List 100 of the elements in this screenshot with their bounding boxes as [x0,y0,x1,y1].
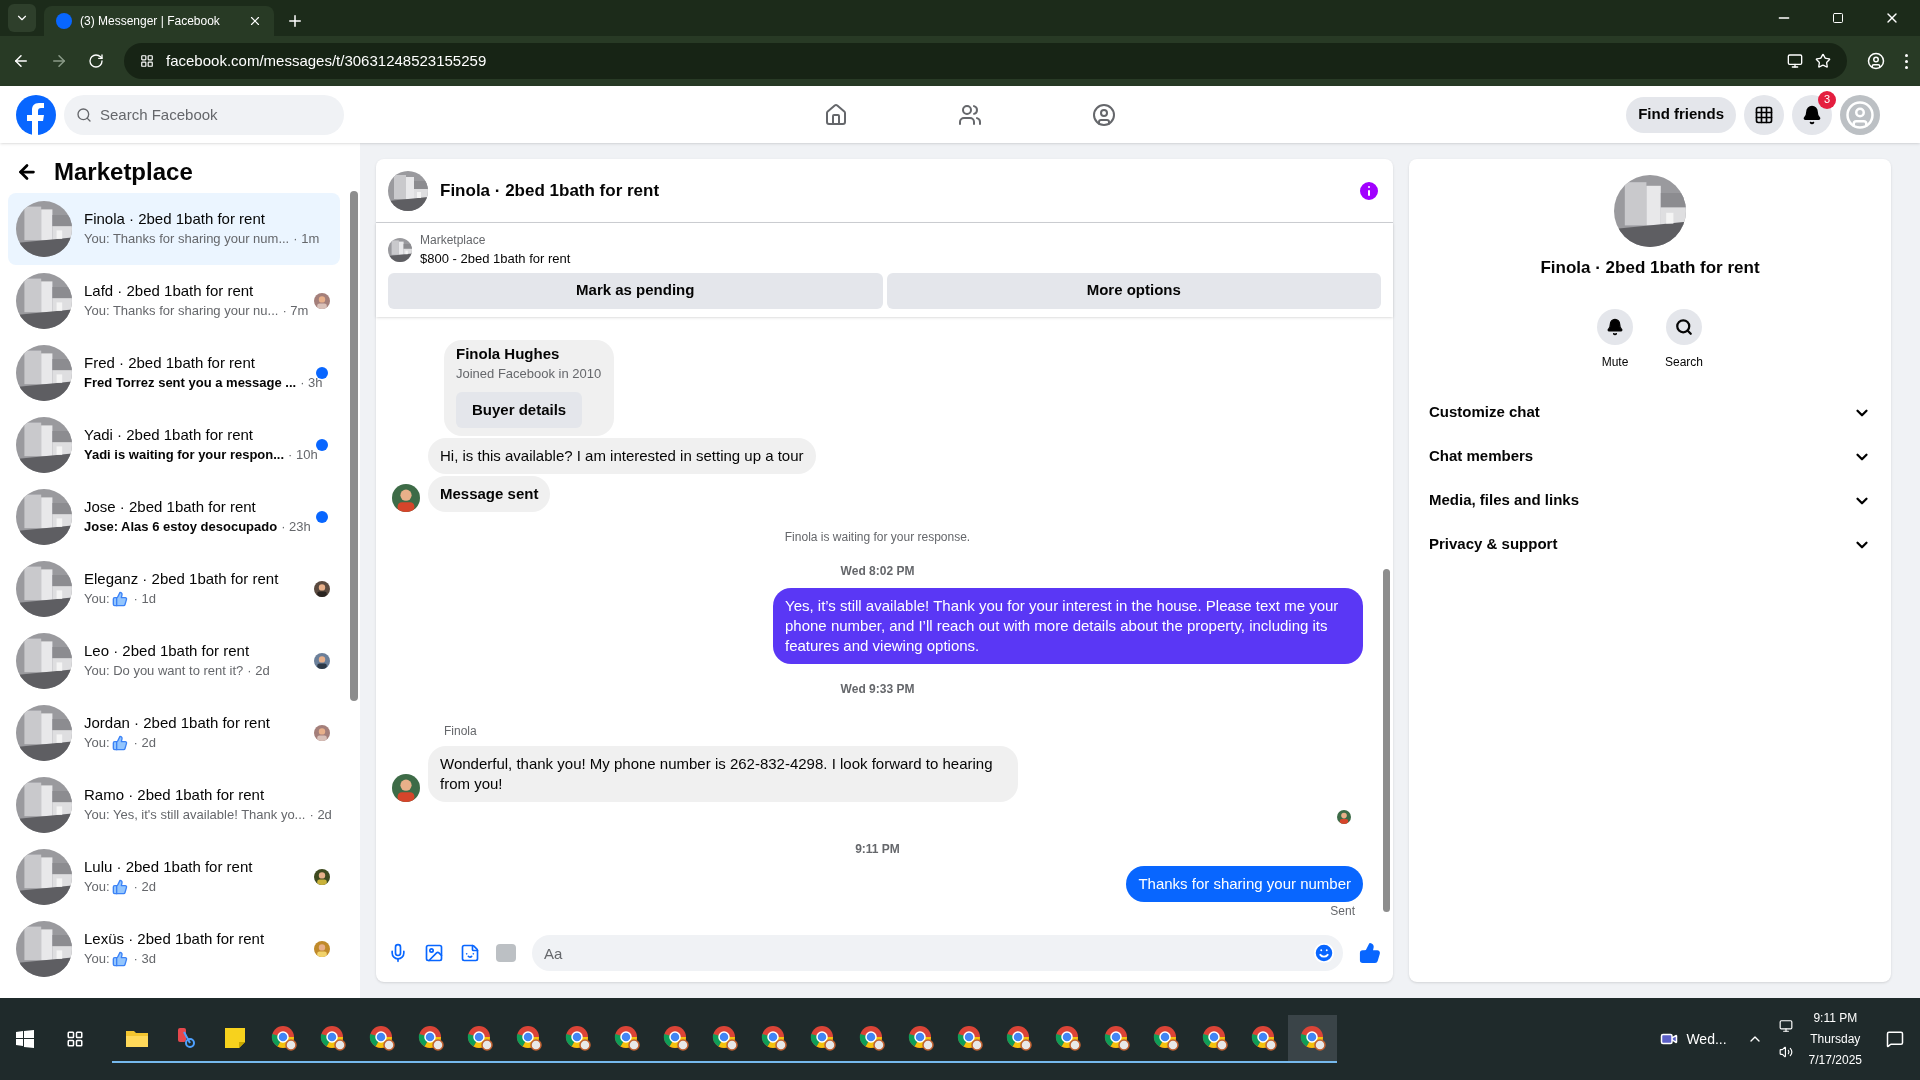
conversation-name: Jose · 2bed 1bath for rent [84,497,257,517]
details-section[interactable]: Media, files and links [1425,478,1875,523]
clock-date: 7/17/2025 [1808,1051,1862,1069]
details-section[interactable]: Chat members [1425,434,1875,479]
close-icon[interactable] [248,14,262,28]
sender-name: Finola [443,723,478,740]
logo[interactable] [16,94,56,135]
conversation-name: Yadi · 2bed 1bath for rent [84,425,254,445]
bookmark-icon[interactable] [1815,53,1831,69]
incoming-message: Message sent [428,476,551,512]
address-bar[interactable]: facebook.com/messages/t/30631248523155259 [124,43,1847,79]
friends-icon[interactable] [958,102,983,127]
incoming-message: Hi, is this available? I am interested in setting up a tour [428,438,816,474]
browser-icon [1054,1025,1081,1051]
browser-icon [1250,1025,1277,1051]
conversation-name: Lafd · 2bed 1bath for rent [84,281,255,301]
browser-icon [760,1025,787,1051]
message-preview: Fred Torrez sent you a message ... [84,374,297,392]
browser-icon [319,1025,346,1051]
conversation-item[interactable]: Eleganz · 2bed 1bath for rent You: · 1d [8,553,340,625]
tab-list-button[interactable] [8,4,36,32]
message-field[interactable]: Aa [532,935,1343,971]
timestamp: Wed 8:02 PM [839,563,916,580]
menu-icon[interactable] [1905,53,1908,69]
chat-title: Finola · 2bed 1bath for rent [440,179,660,202]
home-icon[interactable] [824,102,849,127]
message-time: · 2d [309,806,332,824]
browser-tab[interactable]: (3) Messenger | Facebook [44,6,274,36]
clock-day: Thursday [1810,1028,1861,1050]
like-icon[interactable] [1359,942,1381,964]
conversation-item[interactable]: Lulu · 2bed 1bath for rent You: · 2d [8,841,340,913]
task-view-icon[interactable] [66,1030,84,1048]
message-preview: You: [84,878,110,896]
sidebar-title: Marketplace [54,157,193,187]
favicon [56,13,72,29]
message-time: · 2d [133,734,156,752]
meeting-button[interactable]: Wed... [1660,1028,1727,1050]
scrollbar[interactable] [1382,568,1390,912]
browser-icon [417,1025,444,1051]
bell-icon [1802,104,1822,125]
message-preview: You: Do you want to rent it? [84,662,244,680]
message-time: · 7m [282,302,309,320]
browser-icon [662,1025,689,1051]
menu-button[interactable] [1744,94,1784,135]
browser-icon [1201,1025,1228,1051]
emoji-icon[interactable] [1313,942,1335,964]
url-text: facebook.com/messages/t/30631248523155259 [166,50,487,71]
message-time: · 10h [288,446,318,464]
taskbar-app[interactable] [1288,1015,1337,1063]
conversation-item[interactable]: Lafd · 2bed 1bath for rent You: Thanks for sharing your nu... · 7m [8,265,340,337]
listing-action-button[interactable]: More options [886,272,1381,309]
conversation-name: Jordan · 2bed 1bath for rent [84,713,271,733]
browser-icon [564,1025,591,1051]
buyer-name: Finola Hughes [456,344,561,364]
outgoing-message: Thanks for sharing your number [1126,866,1363,902]
search-field[interactable]: Search Facebook [64,94,344,135]
groups-icon[interactable] [1092,102,1117,127]
volume-icon[interactable] [1778,1045,1793,1059]
sent-status: Sent [1330,903,1355,920]
scrollbar[interactable] [350,191,358,701]
conversation-item[interactable]: Leo · 2bed 1bath for rent You: Do you want to rent it? · 2d [8,625,340,697]
conversation-item[interactable]: Yadi · 2bed 1bath for rent Yadi is waiting for your respon... · 10h [8,409,340,481]
photo-icon[interactable] [424,943,444,963]
profile-icon[interactable] [1867,52,1885,70]
conversation-item[interactable]: Jose · 2bed 1bath for rent Jose: Alas 6 estoy desocupado · 23h [8,481,340,553]
microphone-icon[interactable] [388,943,408,963]
conversation-name: Finola · 2bed 1bath for rent [84,209,266,229]
sticker-icon[interactable] [460,943,480,963]
new-tab-icon[interactable] [286,12,304,30]
start-icon[interactable] [16,1030,34,1048]
message-preview: Jose: Alas 6 estoy desocupado [84,518,278,536]
search-icon [76,106,92,123]
like-icon [111,591,128,607]
back-icon[interactable] [12,52,30,70]
details-section[interactable]: Privacy & support [1425,522,1875,567]
details-section[interactable]: Customize chat [1425,390,1875,435]
conversation-item[interactable]: Ramo · 2bed 1bath for rent You: Yes, it's still available! Thank yo... · 2d [8,769,340,841]
waiting-notice: Finola is waiting for your response. [783,529,972,546]
like-icon [111,951,128,967]
message-time: · 1m [293,230,320,248]
message-preview: Yadi is waiting for your respon... [84,446,285,464]
conversation-item[interactable]: Lexüs · 2bed 1bath for rent You: · 3d [8,913,340,985]
search-icon [1675,317,1693,336]
notification-center-icon[interactable] [1886,1030,1904,1048]
browser-icon [809,1025,836,1051]
reload-icon[interactable] [88,53,104,69]
browser-icon [270,1025,297,1051]
find-friends-button[interactable]: Find friends [1626,96,1736,133]
message-time: · 23h [281,518,311,536]
outgoing-message: Yes, it’s still available! Thank you for your interest in the house. Please text me your phone number, and I’ll reach out with more details about the property, including its features and viewing options. [773,588,1363,664]
restore-icon[interactable] [1832,12,1844,24]
buyer-details-button[interactable]: Buyer details [456,392,583,428]
conversation-item[interactable]: Fred · 2bed 1bath for rent Fred Torrez sent you a message ... · 3h [8,337,340,409]
listing-action-button[interactable]: Mark as pending [388,272,883,309]
back-icon[interactable] [16,161,38,183]
browser-icon [368,1025,395,1051]
message-preview: You: [84,950,110,968]
conversation-item[interactable]: Finola · 2bed 1bath for rent You: Thanks for sharing your num... · 1m [8,193,340,265]
conversation-item[interactable]: Jordan · 2bed 1bath for rent You: · 2d [8,697,340,769]
forward-icon[interactable] [50,52,68,70]
